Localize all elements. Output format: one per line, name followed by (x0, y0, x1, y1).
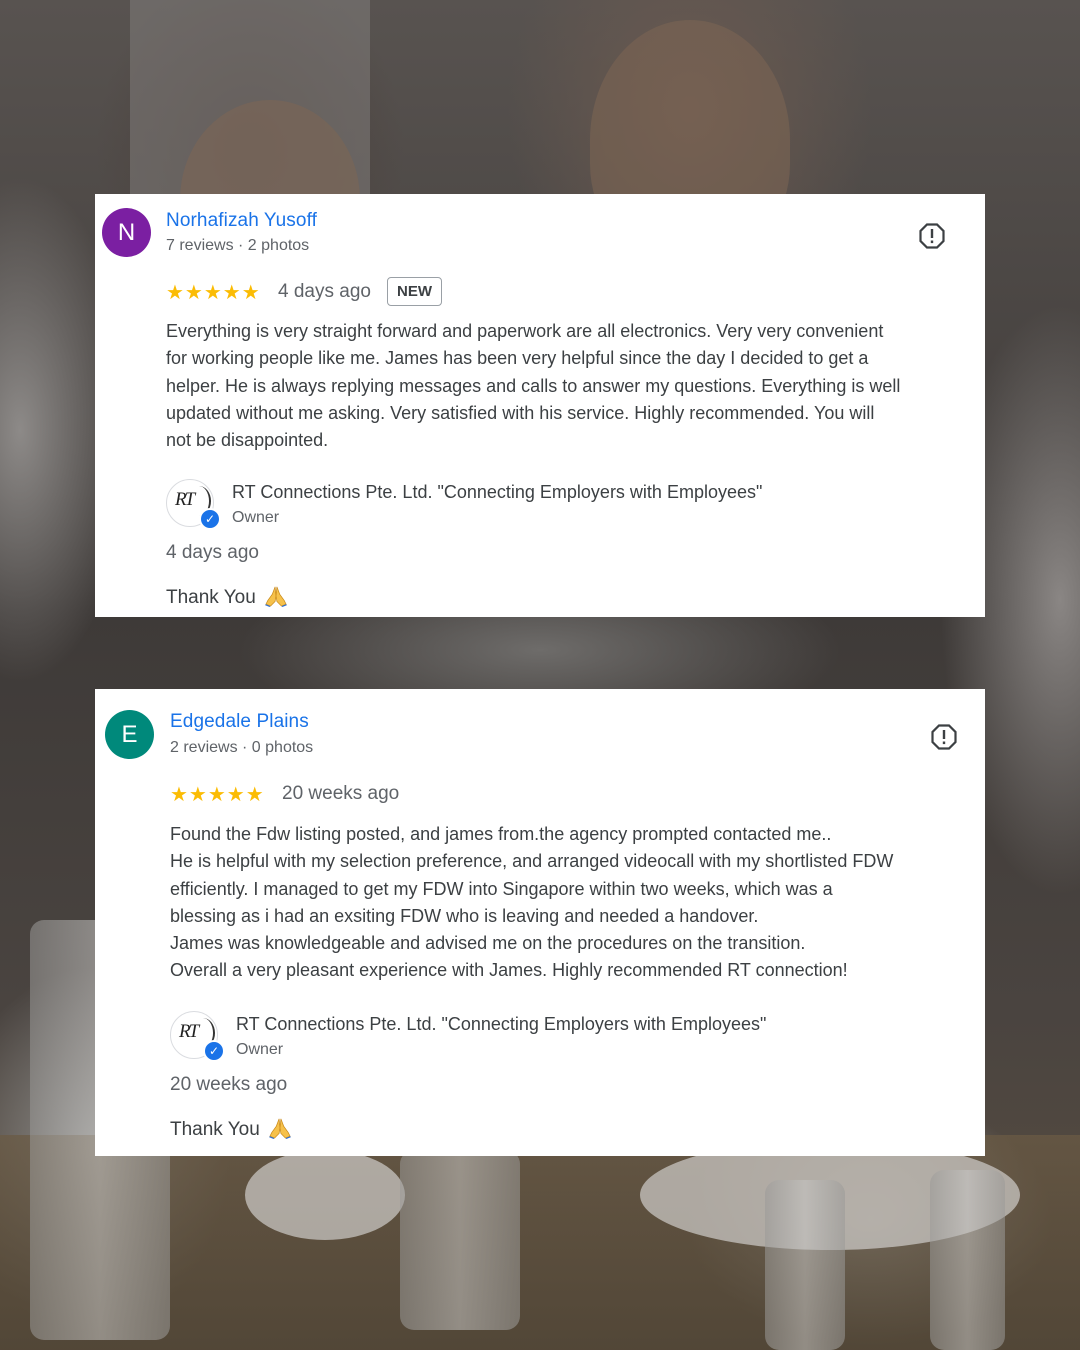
reply-date: 4 days ago (166, 542, 259, 563)
background-glass (400, 1150, 520, 1330)
review-text-line: Everything is very straight forward and … (166, 321, 884, 341)
owner-reply-text: Thank You (170, 1119, 260, 1140)
owner-reply-text: Thank You (166, 587, 256, 608)
reviewer-meta: 2 reviews · 0 photos (170, 739, 314, 756)
review-text-line: for working people like me. James has be… (166, 348, 869, 369)
star-rating: ★★★★★ (166, 282, 261, 304)
review-text-line: James was knowledgeable and advised me o… (170, 933, 806, 954)
review-card: N Norhafizah Yusoff 7 reviews · 2 photos… (95, 194, 985, 617)
review-text-line: Overall a very pleasant experience with … (170, 960, 848, 981)
owner-role: Owner (232, 509, 280, 526)
review-text-line: Found the Fdw listing posted, and james … (170, 824, 832, 844)
report-flag-icon[interactable] (931, 724, 957, 750)
folded-hands-icon (269, 1118, 292, 1139)
owner-role: Owner (236, 1041, 284, 1058)
review-text: Found the Fdw listing posted, and james … (170, 821, 980, 985)
background-plate (245, 1150, 405, 1240)
review-text-line: efficiently. I managed to get my FDW int… (170, 878, 833, 899)
review-text-line: helper. He is always replying messages a… (166, 375, 901, 396)
review-text-line: He is helpful with my selection preferen… (170, 851, 894, 872)
review-text-line: not be disappointed. (166, 430, 329, 451)
new-badge: NEW (387, 277, 442, 306)
avatar[interactable]: N (102, 208, 151, 257)
reviewer-name[interactable]: Edgedale Plains (170, 711, 309, 733)
review-date: 4 days ago (278, 281, 371, 302)
report-flag-icon[interactable] (919, 223, 945, 249)
avatar[interactable]: E (105, 710, 154, 759)
verified-check-icon: ✓ (203, 1040, 225, 1062)
reviewer-name[interactable]: Norhafizah Yusoff (166, 210, 317, 232)
folded-hands-icon (265, 586, 288, 607)
reply-date: 20 weeks ago (170, 1074, 288, 1095)
review-text: Everything is very straight forward and … (166, 318, 976, 454)
verified-check-icon: ✓ (199, 508, 221, 530)
review-date: 20 weeks ago (282, 783, 400, 804)
review-card: E Edgedale Plains 2 reviews · 0 photos ★… (95, 689, 985, 1156)
owner-name[interactable]: RT Connections Pte. Ltd. "Connecting Emp… (232, 482, 762, 503)
review-text-line: blessing as i had an exsiting FDW who is… (170, 905, 759, 926)
reviewer-meta: 7 reviews · 2 photos (166, 237, 310, 254)
review-text-line: updated without me asking. Very satisfie… (166, 402, 875, 423)
background-glass (930, 1170, 1005, 1350)
owner-reply: Thank You (170, 1117, 292, 1141)
owner-name[interactable]: RT Connections Pte. Ltd. "Connecting Emp… (236, 1014, 766, 1035)
background-glass (765, 1180, 845, 1350)
owner-reply: Thank You (166, 585, 288, 609)
star-rating: ★★★★★ (170, 784, 265, 806)
